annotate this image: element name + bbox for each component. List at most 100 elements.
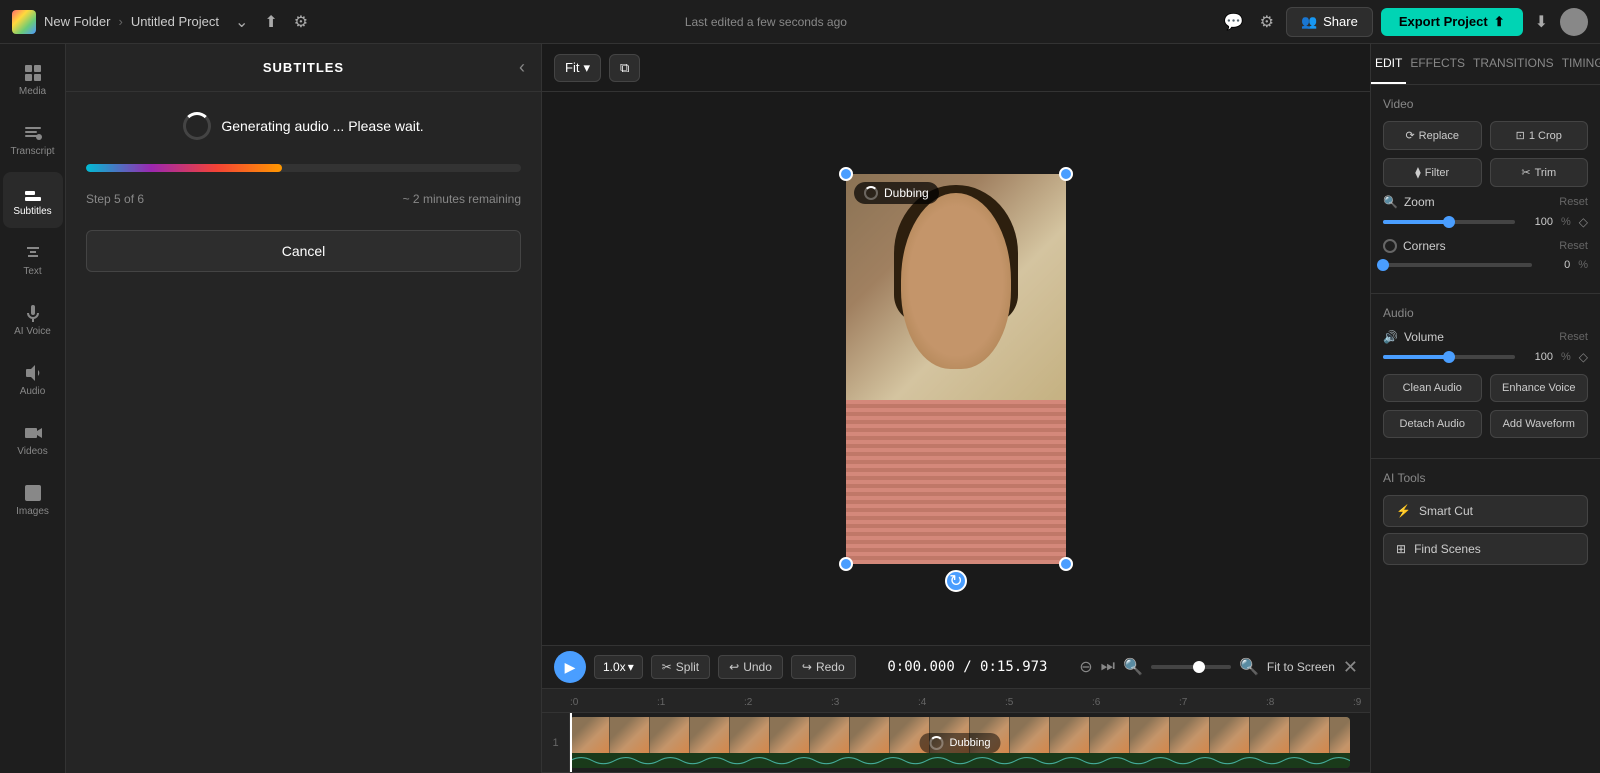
fit-to-screen-button[interactable]: Fit to Screen [1267,660,1335,674]
replace-button[interactable]: ⟳ Replace [1383,121,1482,150]
clip-thumb [1250,717,1290,753]
volume-reset[interactable]: Reset [1559,331,1588,343]
tab-timing[interactable]: TIMING [1558,44,1600,84]
user-avatar[interactable] [1560,8,1588,36]
sidebar-label-transcript: Transcript [10,146,54,157]
clean-audio-button[interactable]: Clean Audio [1383,374,1482,402]
fit-dropdown[interactable]: Fit ▾ [554,54,601,82]
ai-tools-section: AI Tools ⚡ Smart Cut ⊞ Find Scenes [1371,459,1600,583]
redo-button[interactable]: ↪ Redo [791,655,856,679]
copy-frame-button[interactable]: ⧉ [609,54,640,82]
clip-thumb [1170,717,1210,753]
replace-icon: ⟳ [1405,129,1414,142]
clip-dubbing-badge: Dubbing [920,733,1001,753]
video-clip[interactable]: Dubbing [570,717,1350,768]
clip-thumb [1130,717,1170,753]
cancel-button[interactable]: Cancel [86,230,521,272]
skip-to-end-button[interactable]: ⏭ [1101,658,1115,676]
autosave-status: Last edited a few seconds ago [685,15,847,29]
share-upload-icon[interactable]: ⬆ [260,8,281,36]
add-waveform-button[interactable]: Add Waveform [1490,410,1589,438]
zoom-reset[interactable]: Reset [1559,196,1588,208]
settings-icon[interactable]: ⚙ [1256,8,1278,36]
settings-gear-icon[interactable]: ⚙ [290,8,312,36]
video-preview: Dubbing [846,174,1066,564]
panel-resize-handle[interactable] [537,44,545,773]
export-button[interactable]: Export Project ⬆ [1381,8,1523,36]
project-name[interactable]: Untitled Project [131,14,219,29]
video-section-title: Video [1383,97,1588,111]
sidebar-label-media: Media [19,86,46,97]
sidebar-item-audio[interactable]: Audio [3,352,63,408]
sidebar-item-media[interactable]: Media [3,52,63,108]
folder-name[interactable]: New Folder [44,14,110,29]
rotate-handle[interactable]: ↻ [945,570,967,592]
zoom-slider-row: 🔍 Zoom Reset 100 % ◇ [1383,195,1588,229]
find-scenes-button[interactable]: ⊞ Find Scenes [1383,533,1588,565]
volume-slider-track[interactable] [1383,355,1515,359]
timeline-playhead[interactable] [570,713,572,772]
topbar: New Folder › Untitled Project ⌄ ⬆ ⚙ Last… [0,0,1600,44]
progress-bar-fill [86,164,282,172]
generating-row: Generating audio ... Please wait. [183,112,423,140]
scenes-icon: ⊞ [1396,542,1406,556]
filter-button[interactable]: ⧫ Filter [1383,158,1482,187]
sidebar-label-videos: Videos [17,446,47,457]
corners-slider-track[interactable] [1383,263,1532,267]
tab-transitions[interactable]: TRANSITIONS [1469,44,1558,84]
zoom-out-button[interactable]: ⊖ [1079,657,1092,677]
corners-label: Corners [1383,239,1446,253]
zoom-slider-track[interactable] [1383,220,1515,224]
sidebar-item-text[interactable]: Text [3,232,63,288]
step-label: Step 5 of 6 [86,192,144,206]
redo-icon: ↪ [802,660,812,674]
generating-text: Generating audio ... Please wait. [221,118,423,134]
clip-thumb [570,717,610,753]
sidebar-item-images[interactable]: Images [3,472,63,528]
sidebar-item-subtitles[interactable]: Subtitles [3,172,63,228]
zoom-minus-icon[interactable]: 🔍 [1123,657,1143,677]
volume-keyframe-icon[interactable]: ◇ [1579,350,1588,364]
resize-handle-br[interactable] [1059,557,1073,571]
smart-cut-button[interactable]: ⚡ Smart Cut [1383,495,1588,527]
comment-icon[interactable]: 💬 [1220,8,1248,36]
share-button[interactable]: 👥 Share [1286,7,1373,37]
split-button[interactable]: ✂ Split [651,655,710,679]
preview-toolbar: Fit ▾ ⧉ [542,44,1370,92]
panel-close-button[interactable]: ‹ [519,57,525,78]
resize-handle-tl[interactable] [839,167,853,181]
zoom-slider-fill [1383,220,1449,224]
undo-button[interactable]: ↩ Undo [718,655,783,679]
download-icon[interactable]: ⬇ [1531,8,1552,36]
sidebar-item-transcript[interactable]: Transcript [3,112,63,168]
panel-header: SUBTITLES ‹ [66,44,541,92]
sidebar-item-videos[interactable]: Videos [3,412,63,468]
speed-button[interactable]: 1.0x ▾ [594,655,643,679]
crop-button[interactable]: ⊡ 1 Crop [1490,121,1589,150]
replace-crop-row: ⟳ Replace ⊡ 1 Crop [1383,121,1588,150]
clip-thumb [1210,717,1250,753]
trim-button[interactable]: ✂ Trim [1490,158,1589,187]
zoom-slider-thumb [1443,216,1455,228]
resize-handle-tr[interactable] [1059,167,1073,181]
tracks-area: Dubbing [570,713,1370,773]
enhance-voice-button[interactable]: Enhance Voice [1490,374,1589,402]
tab-edit[interactable]: EDIT [1371,44,1406,84]
close-timeline-button[interactable]: ✕ [1343,657,1358,678]
tab-effects[interactable]: EFFECTS [1406,44,1469,84]
clip-thumb [1050,717,1090,753]
zoom-keyframe-icon[interactable]: ◇ [1579,215,1588,229]
timeline-controls: ▶ 1.0x ▾ ✂ Split ↩ Undo ↪ Redo 0:00.000 … [542,645,1370,689]
clip-dubbing-label: Dubbing [950,737,991,749]
detach-audio-button[interactable]: Detach Audio [1383,410,1482,438]
corners-reset[interactable]: Reset [1559,240,1588,252]
zoom-slider[interactable] [1151,665,1231,669]
sidebar-item-ai-voice[interactable]: AI Voice [3,292,63,348]
clip-thumb [610,717,650,753]
zoom-plus-icon[interactable]: 🔍 [1239,657,1259,677]
chevron-down-icon[interactable]: ⌄ [231,8,252,36]
volume-icon: 🔊 [1383,330,1398,344]
zoom-slider-thumb [1193,661,1205,673]
play-button[interactable]: ▶ [554,651,586,683]
resize-handle-bl[interactable] [839,557,853,571]
